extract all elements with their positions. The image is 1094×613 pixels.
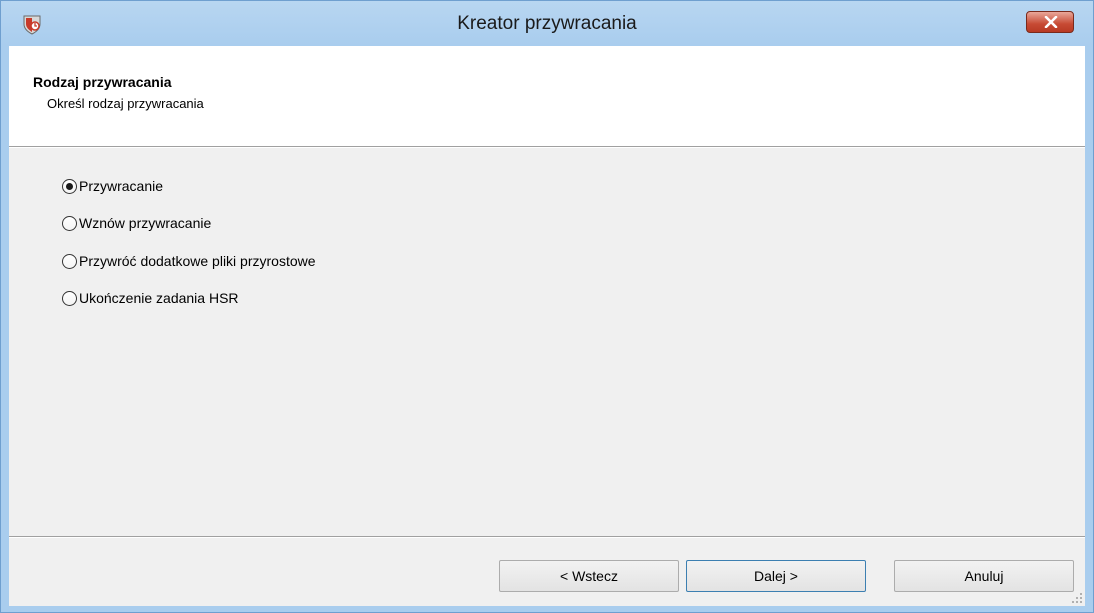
page-title: Rodzaj przywracania <box>33 74 172 90</box>
radio-button[interactable] <box>62 290 77 306</box>
radio-option-restore[interactable]: Przywracanie <box>62 176 163 196</box>
radio-button[interactable] <box>62 178 77 194</box>
radio-button[interactable] <box>62 253 77 269</box>
radio-label: Ukończenie zadania HSR <box>79 290 239 306</box>
title-bar[interactable]: Kreator przywracania <box>1 1 1093 45</box>
header-divider <box>9 146 1085 148</box>
radio-option-restore-incremental[interactable]: Przywróć dodatkowe pliki przyrostowe <box>62 251 316 271</box>
resize-grip-icon[interactable] <box>1071 592 1083 604</box>
radio-option-hsr-completion[interactable]: Ukończenie zadania HSR <box>62 288 239 308</box>
page-subtitle: Określ rodzaj przywracania <box>47 96 204 111</box>
wizard-header: Rodzaj przywracania Określ rodzaj przywr… <box>9 46 1085 146</box>
wizard-body: Rodzaj przywracania Określ rodzaj przywr… <box>9 46 1085 606</box>
radio-label: Wznów przywracanie <box>79 215 212 231</box>
radio-option-resume-restore[interactable]: Wznów przywracanie <box>62 213 211 233</box>
radio-label: Przywróć dodatkowe pliki przyrostowe <box>79 253 316 269</box>
close-button[interactable] <box>1026 11 1074 33</box>
window-title: Kreator przywracania <box>457 13 637 34</box>
next-button[interactable]: Dalej > <box>686 560 866 592</box>
cancel-button[interactable]: Anuluj <box>894 560 1074 592</box>
radio-label: Przywracanie <box>79 178 164 194</box>
close-icon <box>1044 16 1058 28</box>
radio-button[interactable] <box>62 215 77 231</box>
wizard-window: Kreator przywracania Rodzaj przywracania… <box>0 0 1094 613</box>
back-button[interactable]: < Wstecz <box>499 560 679 592</box>
footer-divider <box>9 536 1085 538</box>
